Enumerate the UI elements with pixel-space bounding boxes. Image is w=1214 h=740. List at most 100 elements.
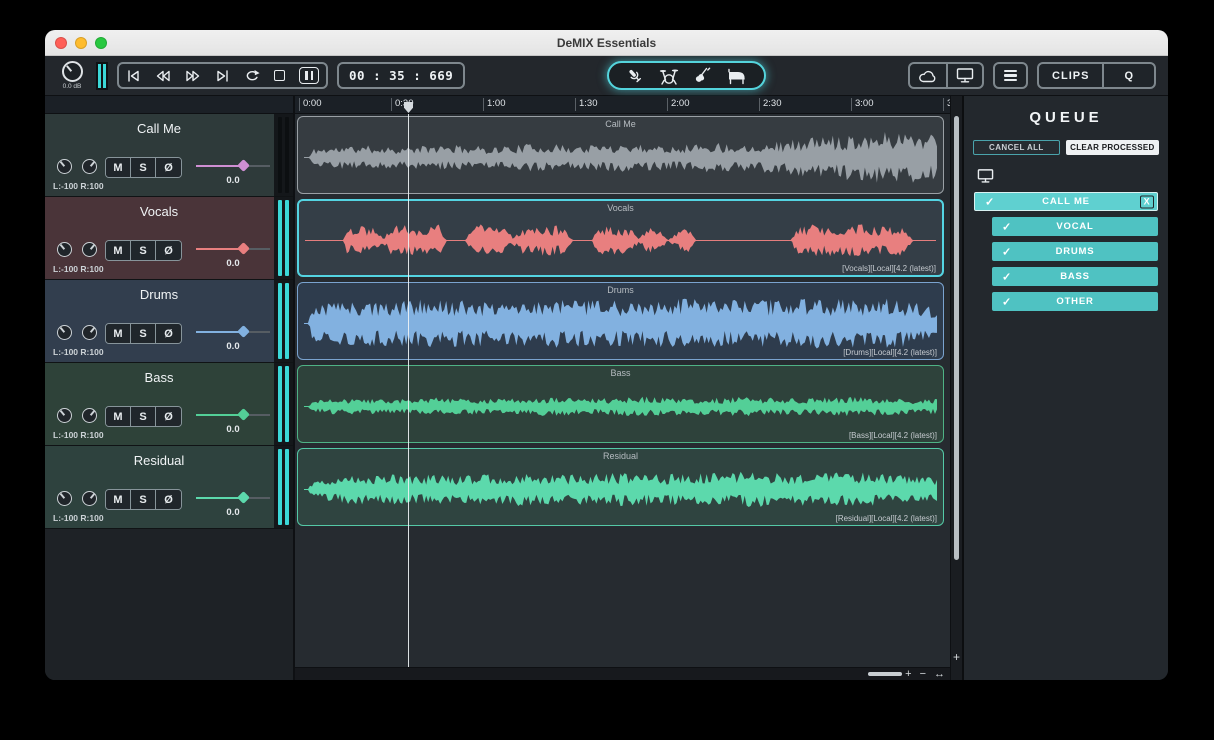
lanes[interactable]: Call Me Vocals [Vocals][Local][4.2 (latest… bbox=[295, 114, 950, 667]
track-name: Bass bbox=[144, 370, 174, 385]
track-header[interactable]: Call Me M S Ø 0.0 L:-100 R:100 bbox=[45, 114, 293, 197]
pan-left-knob[interactable] bbox=[57, 242, 72, 257]
ruler-tick: 3:30 bbox=[943, 98, 950, 111]
local-device-button[interactable] bbox=[948, 64, 982, 87]
volume-slider-thumb[interactable] bbox=[236, 408, 250, 421]
horizontal-scrollbar[interactable]: + − ↔ bbox=[295, 667, 950, 680]
toolbar: 0.0 dB 00 : 35 : 669 CLIPS Q bbox=[45, 56, 1168, 96]
skip-end-button[interactable] bbox=[208, 64, 237, 87]
zoom-fit-button[interactable]: ↔ bbox=[934, 668, 945, 680]
pan-left-knob[interactable] bbox=[57, 159, 72, 174]
guitar-icon[interactable] bbox=[693, 66, 713, 86]
zoom-in-button[interactable]: + bbox=[905, 668, 911, 680]
phase-button[interactable]: Ø bbox=[156, 407, 181, 426]
track-header[interactable]: Drums M S Ø 0.0 L:-100 R:100 bbox=[45, 280, 293, 363]
waveform bbox=[304, 224, 937, 257]
master-gain-knob[interactable] bbox=[61, 61, 83, 82]
h-scrollbar-thumb[interactable] bbox=[868, 672, 902, 676]
stop-button[interactable] bbox=[267, 64, 292, 87]
playhead-marker[interactable] bbox=[404, 102, 413, 113]
pan-right-knob[interactable] bbox=[82, 408, 97, 423]
fast-forward-button[interactable] bbox=[178, 64, 208, 87]
clip-region[interactable]: Bass [Bass][Local][4.2 (latest)] bbox=[297, 365, 944, 443]
volume-slider[interactable] bbox=[196, 159, 270, 172]
cancel-all-button[interactable]: CANCEL ALL bbox=[973, 140, 1060, 155]
phase-button[interactable]: Ø bbox=[156, 158, 181, 177]
waveform bbox=[304, 298, 937, 349]
phase-button[interactable]: Ø bbox=[156, 324, 181, 343]
solo-button[interactable]: S bbox=[131, 490, 156, 509]
volume-slider-thumb[interactable] bbox=[236, 242, 250, 255]
mute-button[interactable]: M bbox=[106, 490, 131, 509]
volume-slider[interactable] bbox=[196, 491, 270, 504]
clip-region[interactable]: Vocals [Vocals][Local][4.2 (latest)] bbox=[297, 199, 944, 277]
queue-item[interactable]: ✓ BASS bbox=[992, 267, 1158, 286]
queue-tab-button[interactable]: Q bbox=[1104, 70, 1154, 82]
clip-region[interactable]: Drums [Drums][Local][4.2 (latest)] bbox=[297, 282, 944, 360]
microphone-icon[interactable] bbox=[625, 66, 645, 86]
solo-button[interactable]: S bbox=[131, 324, 156, 343]
app-window: DeMIX Essentials 0.0 dB 00: 35: 669 CL… bbox=[45, 30, 1168, 680]
track-button-group: MSØ bbox=[105, 489, 182, 510]
mute-button[interactable]: M bbox=[106, 241, 131, 260]
skip-end-icon bbox=[217, 69, 228, 82]
piano-icon[interactable] bbox=[726, 66, 748, 86]
rewind-button[interactable] bbox=[148, 64, 178, 87]
mute-button[interactable]: M bbox=[106, 158, 131, 177]
volume-slider[interactable] bbox=[196, 325, 270, 338]
phase-button[interactable]: Ø bbox=[156, 241, 181, 260]
v-scrollbar-thumb[interactable] bbox=[954, 116, 959, 560]
maximize-button[interactable] bbox=[95, 36, 107, 49]
mute-button[interactable]: M bbox=[106, 407, 131, 426]
pan-left-knob[interactable] bbox=[57, 408, 72, 423]
queue-item[interactable]: ✓ OTHER bbox=[992, 292, 1158, 311]
solo-button[interactable]: S bbox=[131, 407, 156, 426]
track-header[interactable]: Bass M S Ø 0.0 L:-100 R:100 bbox=[45, 363, 293, 446]
track-header[interactable]: Vocals M S Ø 0.0 L:-100 R:100 bbox=[45, 197, 293, 280]
pan-right-knob[interactable] bbox=[82, 159, 97, 174]
volume-slider[interactable] bbox=[196, 242, 270, 255]
monitor-icon bbox=[956, 68, 974, 83]
queue-item[interactable]: ✓ CALL ME X bbox=[974, 192, 1158, 211]
drums-icon[interactable] bbox=[658, 66, 680, 86]
loop-button[interactable] bbox=[237, 64, 267, 87]
timeline-ruler[interactable]: 0:000:301:001:302:002:303:003:30 bbox=[295, 96, 950, 114]
minimize-button[interactable] bbox=[75, 36, 87, 49]
phase-button[interactable]: Ø bbox=[156, 490, 181, 509]
solo-button[interactable]: S bbox=[131, 158, 156, 177]
pan-left-knob[interactable] bbox=[57, 491, 72, 506]
clip-region[interactable]: Residual [Residual][Local][4.2 (latest)] bbox=[297, 448, 944, 526]
volume-slider-thumb[interactable] bbox=[236, 159, 250, 172]
vertical-scrollbar[interactable]: + bbox=[950, 96, 962, 680]
pan-right-knob[interactable] bbox=[82, 491, 97, 506]
clips-button[interactable]: CLIPS bbox=[1039, 70, 1102, 82]
volume-slider-thumb[interactable] bbox=[236, 491, 250, 504]
source-group bbox=[908, 62, 985, 89]
cloud-button[interactable] bbox=[910, 64, 946, 87]
pan-right-knob[interactable] bbox=[82, 242, 97, 257]
skip-start-button[interactable] bbox=[119, 64, 148, 87]
solo-button[interactable]: S bbox=[131, 241, 156, 260]
track-header[interactable]: Residual M S Ø 0.0 L:-100 R:100 bbox=[45, 446, 293, 529]
zoom-out-button[interactable]: − bbox=[920, 668, 926, 680]
volume-slider[interactable] bbox=[196, 408, 270, 421]
remove-button[interactable]: X bbox=[1140, 195, 1154, 208]
lane-row: Vocals [Vocals][Local][4.2 (latest)] bbox=[295, 197, 950, 280]
queue-item[interactable]: ✓ DRUMS bbox=[992, 242, 1158, 261]
queue-item[interactable]: ✓ VOCAL bbox=[992, 217, 1158, 236]
clip-region[interactable]: Call Me bbox=[297, 116, 944, 194]
clear-processed-button[interactable]: CLEAR PROCESSED bbox=[1065, 140, 1159, 155]
pan-left-knob[interactable] bbox=[57, 325, 72, 340]
mute-button[interactable]: M bbox=[106, 324, 131, 343]
volume-slider-thumb[interactable] bbox=[236, 325, 250, 338]
titlebar: DeMIX Essentials bbox=[45, 30, 1168, 56]
pause-button[interactable] bbox=[292, 64, 326, 87]
track-name: Call Me bbox=[136, 121, 182, 136]
v-zoom-in-button[interactable]: + bbox=[951, 650, 962, 664]
track-meter bbox=[274, 363, 293, 445]
pan-right-knob[interactable] bbox=[82, 325, 97, 340]
playhead[interactable] bbox=[408, 114, 409, 667]
close-button[interactable] bbox=[55, 36, 67, 49]
menu-button[interactable] bbox=[993, 62, 1029, 89]
queue-actions: CANCEL ALL CLEAR PROCESSED bbox=[964, 140, 1168, 155]
